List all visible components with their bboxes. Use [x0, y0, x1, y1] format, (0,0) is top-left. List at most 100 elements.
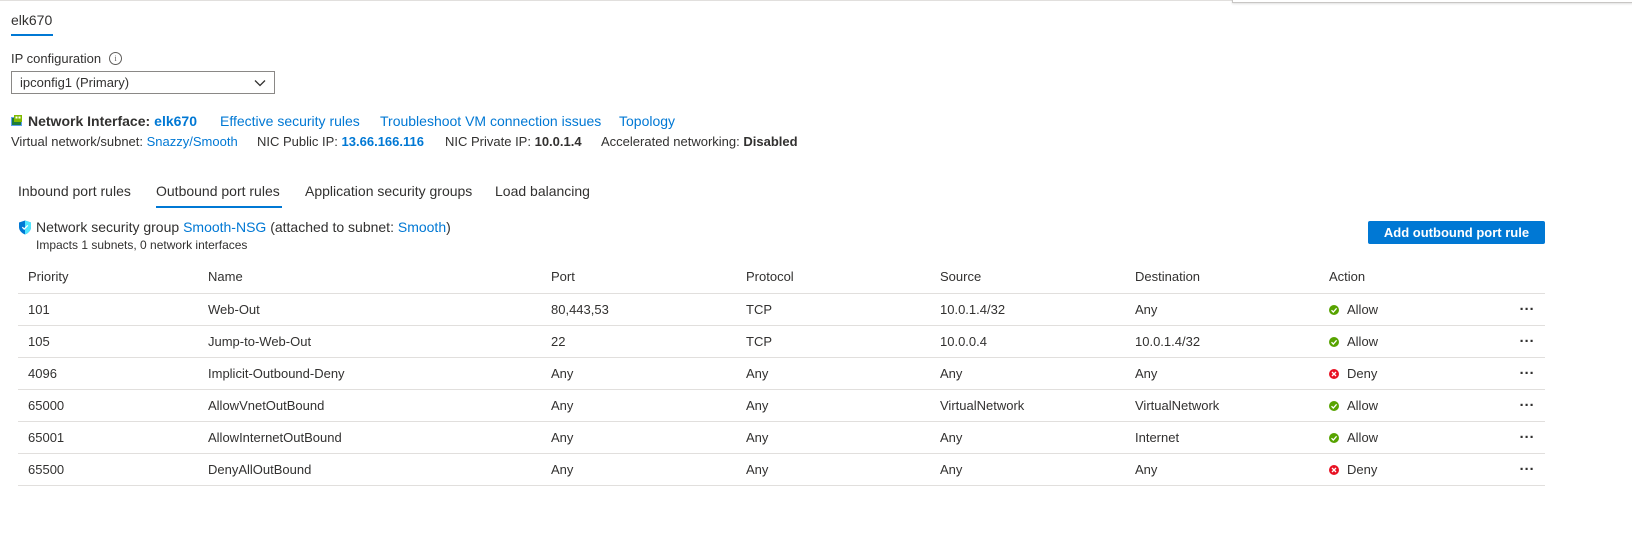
more-options-icon[interactable]: ··· — [1516, 422, 1538, 453]
rule-destination: 10.0.1.4/32 — [1135, 334, 1201, 349]
topology-link[interactable]: Topology — [619, 113, 675, 129]
rule-port: Any — [551, 462, 574, 477]
rule-action: Deny — [1329, 358, 1377, 389]
nsg-prefix: Network security group — [36, 219, 180, 235]
rule-destination: VirtualNetwork — [1135, 398, 1220, 413]
private-ip-label: NIC Private IP: — [445, 134, 531, 149]
rule-source: Any — [940, 366, 963, 381]
tab-application-security-groups[interactable]: Application security groups — [305, 183, 472, 199]
rule-action: Allow — [1329, 390, 1378, 421]
ip-config-label: IP configuration i — [11, 51, 123, 66]
more-options-icon[interactable]: ··· — [1516, 326, 1538, 357]
more-options-icon[interactable]: ··· — [1516, 358, 1538, 389]
table-row[interactable]: 4096 Implicit-Outbound-Deny Any Any Any Any De… — [18, 357, 1545, 389]
more-options-icon[interactable]: ··· — [1516, 454, 1538, 485]
public-ip-info: NIC Public IP: 13.66.166.116 — [257, 134, 424, 149]
rule-action-label: Deny — [1347, 366, 1378, 381]
rule-name: Web-Out — [208, 302, 260, 317]
header-port[interactable]: Port — [551, 262, 575, 291]
nsg-name-link[interactable]: Smooth-NSG — [183, 219, 266, 235]
deny-x-icon — [1329, 464, 1339, 475]
table-row[interactable]: 65001 AllowInternetOutBound Any Any Any Inter… — [18, 421, 1545, 453]
overlay-panel-edge — [1232, 0, 1632, 3]
rule-action: Allow — [1329, 422, 1378, 453]
header-protocol[interactable]: Protocol — [746, 262, 794, 291]
network-interface-row: Network Interface: elk670 — [11, 113, 197, 129]
header-source[interactable]: Source — [940, 262, 981, 291]
rule-port: 22 — [551, 334, 566, 349]
rule-destination: Internet — [1135, 430, 1180, 445]
vnet-subnet-info: Virtual network/subnet: Snazzy/Smooth — [11, 134, 238, 149]
rule-destination: Any — [1135, 366, 1158, 381]
rule-name: AllowVnetOutBound — [208, 398, 325, 413]
nic-tab[interactable]: elk670 — [11, 12, 52, 28]
table-row[interactable]: 65000 AllowVnetOutBound Any Any VirtualNetwo… — [18, 389, 1545, 421]
rule-protocol: Any — [746, 366, 769, 381]
rule-priority: 105 — [28, 334, 50, 349]
rule-destination: Any — [1135, 462, 1158, 477]
table-row[interactable]: 105 Jump-to-Web-Out 22 TCP 10.0.0.4 10.0.1.4/… — [18, 325, 1545, 357]
allow-check-icon — [1329, 400, 1339, 411]
ip-config-dropdown[interactable]: ipconfig1 (Primary) — [11, 71, 275, 94]
add-outbound-port-rule-button[interactable]: Add outbound port rule — [1368, 221, 1545, 244]
rule-priority: 65500 — [28, 462, 65, 477]
private-ip-value: 10.0.1.4 — [534, 134, 582, 149]
rule-port: Any — [551, 430, 574, 445]
allow-check-icon — [1329, 432, 1339, 443]
nsg-attached-suffix: ) — [446, 219, 451, 235]
nsg-subnet-link[interactable]: Smooth — [398, 219, 446, 235]
rule-protocol: TCP — [746, 334, 772, 349]
rule-protocol: Any — [746, 398, 769, 413]
ip-config-selected: ipconfig1 (Primary) — [20, 75, 130, 90]
rule-name: AllowInternetOutBound — [208, 430, 342, 445]
nsg-impacts-text: Impacts 1 subnets, 0 network interfaces — [36, 238, 248, 252]
network-interface-icon — [11, 114, 22, 126]
rule-action-label: Allow — [1347, 302, 1379, 317]
troubleshoot-vm-link[interactable]: Troubleshoot VM connection issues — [380, 113, 601, 129]
rule-destination: Any — [1135, 302, 1158, 317]
rule-protocol: TCP — [746, 302, 772, 317]
deny-x-icon — [1329, 368, 1339, 379]
private-ip-info: NIC Private IP: 10.0.1.4 — [445, 134, 582, 149]
rule-protocol: Any — [746, 462, 769, 477]
rule-action-label: Deny — [1347, 462, 1378, 477]
rule-port: 80,443,53 — [551, 302, 609, 317]
tab-inbound-port-rules[interactable]: Inbound port rules — [18, 183, 131, 199]
active-tab-underline — [156, 206, 282, 208]
public-ip-label: NIC Public IP: — [257, 134, 338, 149]
effective-security-rules-link[interactable]: Effective security rules — [220, 113, 360, 129]
rule-priority: 65001 — [28, 430, 65, 445]
info-icon[interactable]: i — [109, 52, 123, 65]
rule-source: 10.0.0.4 — [940, 334, 987, 349]
tab-load-balancing[interactable]: Load balancing — [495, 183, 590, 199]
header-action[interactable]: Action — [1329, 262, 1365, 291]
rule-priority: 101 — [28, 302, 50, 317]
rule-action-label: Allow — [1347, 398, 1379, 413]
rule-action: Allow — [1329, 294, 1378, 325]
tab-outbound-port-rules[interactable]: Outbound port rules — [156, 183, 280, 199]
header-priority[interactable]: Priority — [28, 262, 68, 291]
allow-check-icon — [1329, 304, 1339, 315]
rule-action: Allow — [1329, 326, 1378, 357]
header-destination[interactable]: Destination — [1135, 262, 1200, 291]
ip-config-label-text: IP configuration — [11, 51, 102, 66]
accelerated-networking-info: Accelerated networking: Disabled — [601, 134, 798, 149]
table-row[interactable]: 101 Web-Out 80,443,53 TCP 10.0.1.4/32 Any Allo… — [18, 293, 1545, 325]
more-options-icon[interactable]: ··· — [1516, 294, 1538, 325]
rule-action-label: Allow — [1347, 334, 1379, 349]
rule-name: Implicit-Outbound-Deny — [208, 366, 345, 381]
network-interface-name-link[interactable]: elk670 — [154, 113, 197, 129]
table-row[interactable]: 65500 DenyAllOutBound Any Any Any Any Deny ··· — [18, 453, 1545, 486]
public-ip-link[interactable]: 13.66.166.116 — [342, 134, 424, 149]
network-interface-label: Network Interface: — [28, 113, 151, 129]
rule-source: Any — [940, 430, 963, 445]
accelerated-networking-label: Accelerated networking: — [601, 134, 740, 149]
vnet-subnet-link[interactable]: Snazzy/Smooth — [147, 134, 238, 149]
allow-check-icon — [1329, 336, 1339, 347]
nsg-info: Network security group Smooth-NSG (attac… — [18, 219, 451, 235]
more-options-icon[interactable]: ··· — [1516, 390, 1538, 421]
rule-source: 10.0.1.4/32 — [940, 302, 1006, 317]
header-name[interactable]: Name — [208, 262, 243, 291]
accelerated-networking-value: Disabled — [743, 134, 798, 149]
rule-protocol: Any — [746, 430, 769, 445]
